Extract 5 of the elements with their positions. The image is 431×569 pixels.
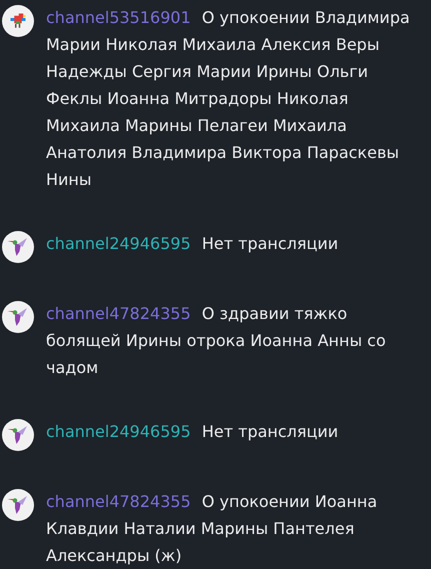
chat-message: channel47824355 О здравии тяжко болящей Ирины отрока Иоанна Анны со чадом [46,303,387,379]
chat-message: channel24946595 Нет трансляции [46,421,338,443]
chat-message: channel53516901 О упокоении Владимира Марии Николая Михаила Алексия Веры Надежды Сергия Марии Ирины Ольги Феклы Иоанна Митрадоры Николая Михаила Марины Пелагеи Михаила Анатолия Владимира Виктора Параскевы Нины [46,7,411,191]
chat-message: channel47824355 О упокоении Иоанна Клавдии Наталии Марины Пантелея Александры (ж) [46,491,378,567]
chat-message: channel24946595 Нет трансляции [46,233,338,255]
